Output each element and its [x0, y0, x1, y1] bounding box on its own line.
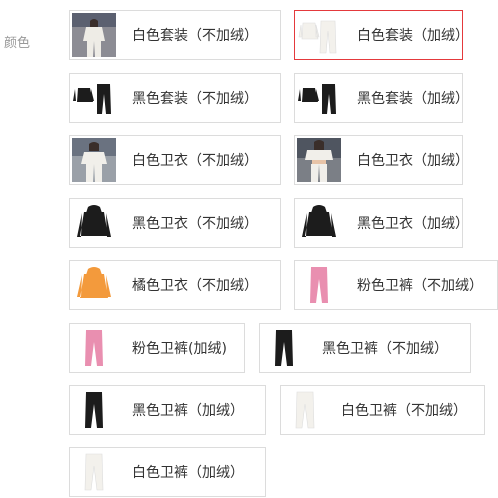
orange-hoodie-icon	[72, 263, 116, 307]
color-option-white-hoodie-fleece[interactable]: 白色卫衣（加绒）	[294, 135, 469, 185]
option-label: 黑色套装（不加绒）	[132, 91, 258, 107]
white-pants-icon	[72, 450, 116, 494]
color-option-pink-pants-no-fleece[interactable]: 粉色卫裤（不加绒）	[294, 260, 498, 310]
black-pants-icon	[262, 326, 306, 370]
black-suit-icon	[297, 76, 341, 120]
option-label: 白色套装（加绒）	[357, 28, 469, 44]
color-attribute-label: 颜色	[4, 36, 31, 51]
option-label: 白色卫衣（不加绒）	[132, 153, 258, 169]
option-label: 粉色卫裤（不加绒）	[357, 278, 483, 294]
option-label: 粉色卫裤(加绒)	[132, 341, 227, 357]
color-option-black-hoodie-fleece[interactable]: 黑色卫衣（加绒）	[294, 198, 469, 248]
option-label: 白色卫裤（不加绒）	[341, 403, 467, 419]
white-suit-icon	[297, 13, 341, 57]
color-option-white-suit-no-fleece[interactable]: 白色套装（不加绒）	[69, 10, 281, 60]
pink-pants-icon	[72, 326, 116, 370]
option-label: 黑色套装（加绒）	[357, 91, 469, 107]
white-hoodie-photo-icon	[72, 138, 116, 182]
color-option-black-suit-no-fleece[interactable]: 黑色套装（不加绒）	[69, 73, 281, 123]
white-pants-icon	[283, 388, 327, 432]
white-suit-photo-icon	[72, 13, 116, 57]
option-label: 橘色卫衣（不加绒）	[132, 278, 258, 294]
color-option-white-pants-fleece[interactable]: 白色卫裤（加绒）	[69, 447, 266, 497]
color-option-pink-pants-fleece[interactable]: 粉色卫裤(加绒)	[69, 323, 245, 373]
color-option-orange-hoodie-no-fleece[interactable]: 橘色卫衣（不加绒）	[69, 260, 281, 310]
color-option-black-pants-no-fleece[interactable]: 黑色卫裤（不加绒）	[259, 323, 471, 373]
option-label: 白色卫裤（加绒）	[132, 465, 244, 481]
black-suit-icon	[72, 76, 116, 120]
color-option-black-suit-fleece[interactable]: 黑色套装（加绒）	[294, 73, 469, 123]
black-hoodie-icon	[297, 201, 341, 245]
color-option-black-pants-fleece[interactable]: 黑色卫裤（加绒）	[69, 385, 266, 435]
option-label: 黑色卫衣（加绒）	[357, 216, 469, 232]
option-label: 白色套装（不加绒）	[132, 28, 258, 44]
color-option-white-suit-fleece[interactable]: 白色套装（加绒）	[294, 10, 469, 60]
black-pants-icon	[72, 388, 116, 432]
option-label: 白色卫衣（加绒）	[357, 153, 469, 169]
black-hoodie-icon	[72, 201, 116, 245]
color-option-black-hoodie-no-fleece[interactable]: 黑色卫衣（不加绒）	[69, 198, 281, 248]
option-label: 黑色卫衣（不加绒）	[132, 216, 258, 232]
white-hoodie-photo-icon	[297, 138, 341, 182]
option-label: 黑色卫裤（加绒）	[132, 403, 244, 419]
pink-pants-icon	[297, 263, 341, 307]
color-option-white-hoodie-no-fleece[interactable]: 白色卫衣（不加绒）	[69, 135, 281, 185]
color-option-white-pants-no-fleece[interactable]: 白色卫裤（不加绒）	[280, 385, 485, 435]
option-label: 黑色卫裤（不加绒）	[322, 341, 448, 357]
